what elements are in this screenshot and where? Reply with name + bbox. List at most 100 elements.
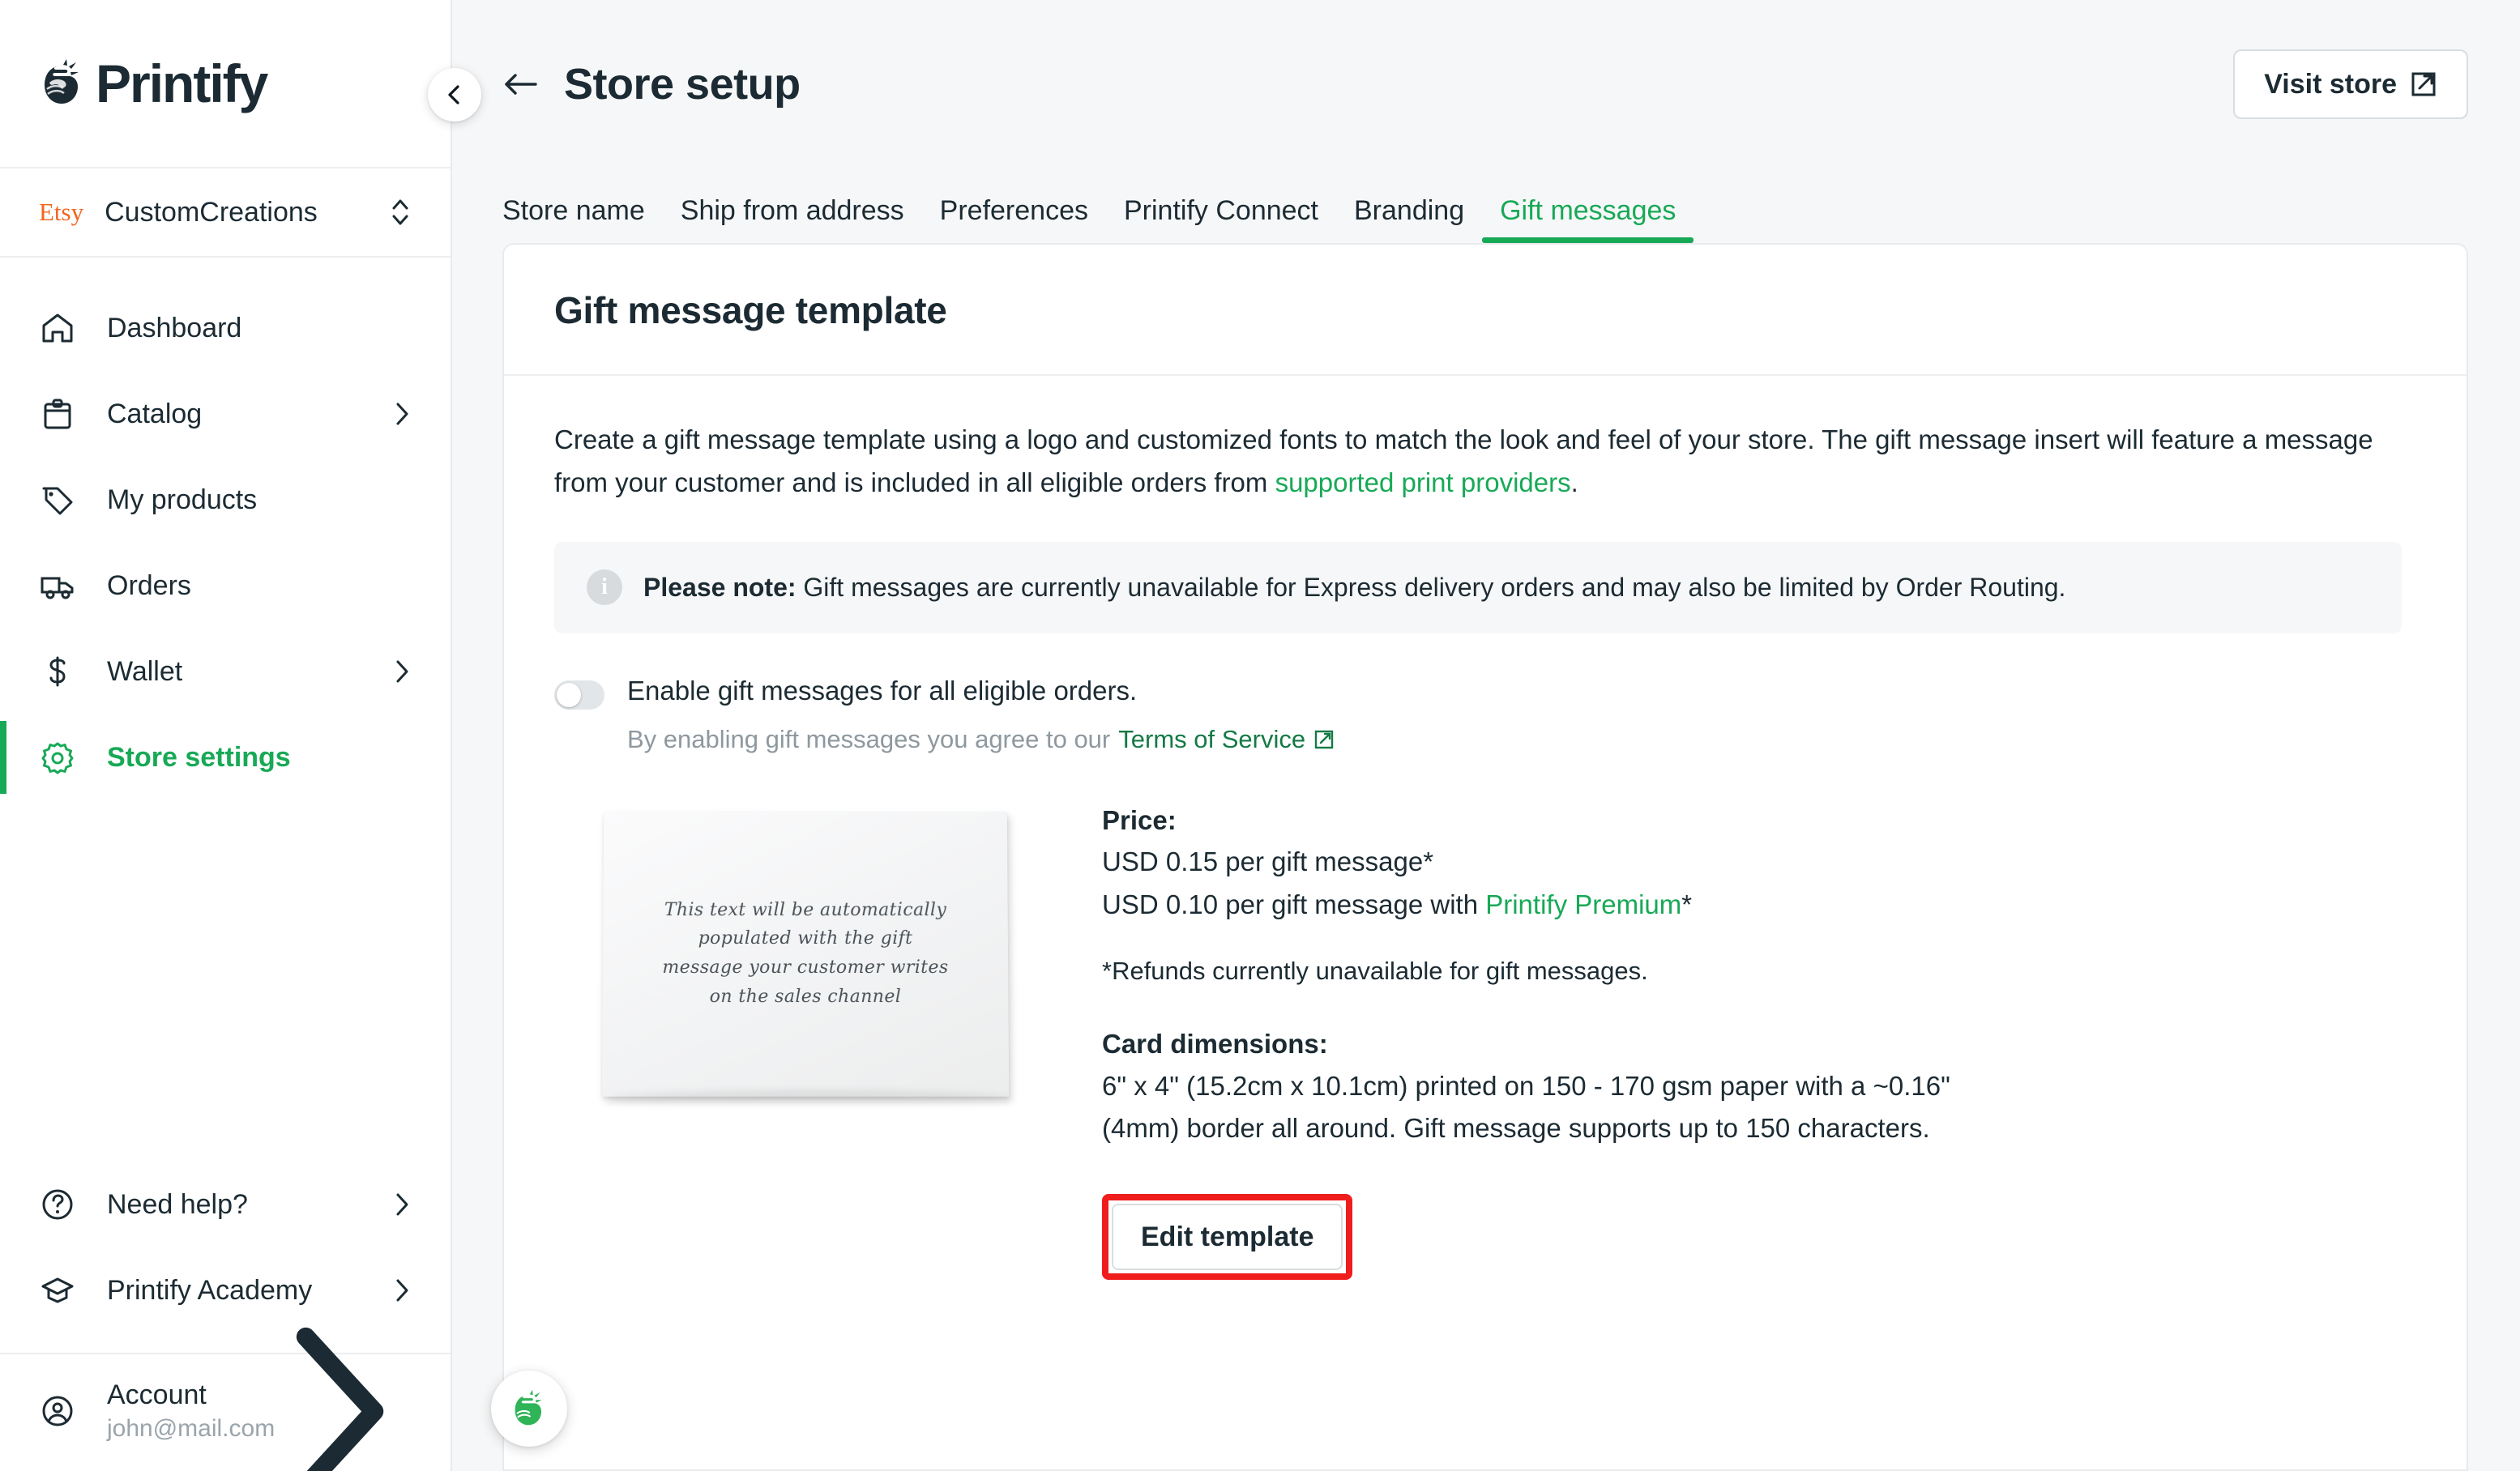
gift-message-panel: Gift message template Create a gift mess… (502, 243, 2468, 1471)
dollar-icon (39, 653, 76, 690)
info-icon: i (587, 569, 622, 606)
secondary-nav: Need help? Printify Academy Account john… (0, 1162, 451, 1471)
store-selector[interactable]: Etsy CustomCreations (0, 168, 451, 258)
tab-preferences[interactable]: Preferences (922, 195, 1106, 243)
clipboard-icon (39, 395, 76, 433)
chevron-right-icon (396, 403, 408, 425)
toggle-texts: Enable gift messages for all eligible or… (627, 674, 2416, 754)
sidebar-item-need-help[interactable]: Need help? (0, 1162, 451, 1247)
gift-card-mockup: This text will be automatically populate… (601, 811, 1010, 1097)
tab-gift-messages[interactable]: Gift messages (1482, 195, 1694, 243)
sidebar-item-account[interactable]: Account john@mail.com (0, 1327, 451, 1471)
question-circle-icon (39, 1186, 76, 1223)
sidebar-item-orders[interactable]: Orders (0, 543, 451, 629)
graduation-cap-icon (39, 1272, 76, 1309)
external-link-icon (2411, 72, 2436, 96)
price-line-2-prefix: USD 0.10 per gift message with (1102, 889, 1486, 919)
etsy-label: Etsy (39, 198, 84, 226)
primary-nav: Dashboard Catalog My products Orders Wal… (0, 258, 451, 800)
pricing-details: Price: USD 0.15 per gift message* USD 0.… (1102, 793, 2416, 1281)
sidebar-item-dashboard[interactable]: Dashboard (0, 285, 451, 371)
arrow-left-icon[interactable] (502, 70, 538, 99)
sidebar-item-label: Orders (107, 569, 191, 601)
brand-name: Printify (96, 53, 268, 113)
sidebar-item-my-products[interactable]: My products (0, 457, 451, 543)
price-line-2-suffix: * (1681, 889, 1693, 919)
panel-title: Gift message template (554, 289, 947, 331)
support-chat-button[interactable] (491, 1371, 567, 1447)
price-heading: Price: (1102, 804, 1177, 835)
printify-premium-link[interactable]: Printify Premium (1485, 889, 1681, 919)
price-footnote: *Refunds currently unavailable for gift … (1102, 957, 1648, 986)
sidebar-item-label: Dashboard (107, 312, 242, 343)
account-label: Account (107, 1379, 207, 1411)
description-text-2: . (1570, 467, 1578, 498)
info-notice: i Please note: Gift messages are current… (554, 541, 2402, 633)
tab-ship-from-address[interactable]: Ship from address (663, 195, 922, 243)
printify-mark-icon (45, 59, 79, 104)
chevron-right-icon (396, 1279, 408, 1302)
gift-card-text: This text will be automatically populate… (662, 896, 949, 1011)
store-name: CustomCreations (105, 196, 318, 228)
truck-icon (39, 567, 76, 604)
enable-gift-messages-row: Enable gift messages for all eligible or… (554, 674, 2416, 754)
sidebar-item-label: My products (107, 484, 258, 515)
gift-card-line: populated with the gift (698, 928, 913, 949)
panel-body: Create a gift message template using a l… (504, 376, 2467, 1281)
visit-store-label: Visit store (2264, 68, 2397, 100)
chevron-right-icon (396, 1193, 408, 1216)
external-link-icon (1314, 730, 1334, 748)
panel-header: Gift message template (504, 245, 2467, 376)
page-title: Store setup (564, 60, 801, 109)
app-root: Printify Etsy CustomCreations Dashboard (0, 0, 2520, 1471)
collapse-sidebar-button[interactable] (428, 68, 481, 122)
brand-logo[interactable]: Printify (0, 0, 451, 168)
chevron-right-icon (396, 660, 408, 683)
sidebar-item-printify-academy[interactable]: Printify Academy (0, 1247, 451, 1333)
tab-printify-connect[interactable]: Printify Connect (1106, 195, 1336, 243)
sidebar-item-label: Printify Academy (107, 1274, 313, 1306)
preview-and-details: This text will be automatically populate… (554, 793, 2416, 1281)
user-circle-icon (39, 1392, 76, 1430)
notice-body: Gift messages are currently unavailable … (796, 572, 2066, 602)
price-line-2: USD 0.10 per gift message with Printify … (1102, 884, 2416, 927)
edit-template-highlight: Edit template (1102, 1194, 1353, 1281)
tag-icon (39, 481, 76, 518)
gift-card-line: This text will be automatically (664, 899, 947, 920)
sidebar-item-label: Catalog (107, 398, 203, 429)
toggle-sublabel: By enabling gift messages you agree to o… (627, 725, 2416, 754)
main-content: Store setup Visit store Store name Ship … (452, 0, 2520, 1471)
gift-card-line: on the sales channel (709, 986, 902, 1007)
toggle-label: Enable gift messages for all eligible or… (627, 675, 1138, 706)
notice-bold: Please note: (643, 572, 797, 602)
terms-prefix: By enabling gift messages you agree to o… (627, 724, 1111, 753)
edit-template-button[interactable]: Edit template (1112, 1204, 1343, 1271)
toggle-knob (557, 682, 581, 707)
printify-mark-icon (515, 1389, 542, 1425)
gear-icon (39, 739, 76, 776)
sidebar-item-label: Wallet (107, 655, 183, 687)
chevron-left-icon (448, 85, 459, 104)
gift-card-line: message your customer writes (662, 957, 949, 978)
tab-bar: Store name Ship from address Preferences… (452, 168, 2520, 243)
tab-store-name[interactable]: Store name (502, 195, 663, 243)
terms-of-service-link[interactable]: Terms of Service (1118, 725, 1305, 754)
sidebar-item-label: Need help? (107, 1188, 248, 1220)
sidebar-item-store-settings[interactable]: Store settings (0, 714, 451, 800)
sidebar-item-catalog[interactable]: Catalog (0, 371, 451, 457)
supported-print-providers-link[interactable]: supported print providers (1275, 467, 1571, 497)
sidebar-item-wallet[interactable]: Wallet (0, 629, 451, 714)
account-info: Account john@mail.com (107, 1378, 275, 1444)
tab-branding[interactable]: Branding (1336, 195, 1482, 243)
panel-description: Create a gift message template using a l… (554, 418, 2402, 505)
price-line-1: USD 0.15 per gift message* (1102, 846, 1434, 876)
enable-gift-messages-toggle[interactable] (554, 680, 604, 710)
account-email: john@mail.com (107, 1414, 275, 1442)
dimensions-heading: Card dimensions: (1102, 1029, 1328, 1060)
notice-text: Please note: Gift messages are currently… (643, 569, 2065, 606)
card-dimensions-group: Card dimensions: 6" x 4" (15.2cm x 10.1c… (1102, 1023, 2416, 1150)
visit-store-button[interactable]: Visit store (2233, 49, 2468, 119)
sidebar: Printify Etsy CustomCreations Dashboard (0, 0, 452, 1471)
sidebar-item-label: Store settings (107, 741, 291, 773)
